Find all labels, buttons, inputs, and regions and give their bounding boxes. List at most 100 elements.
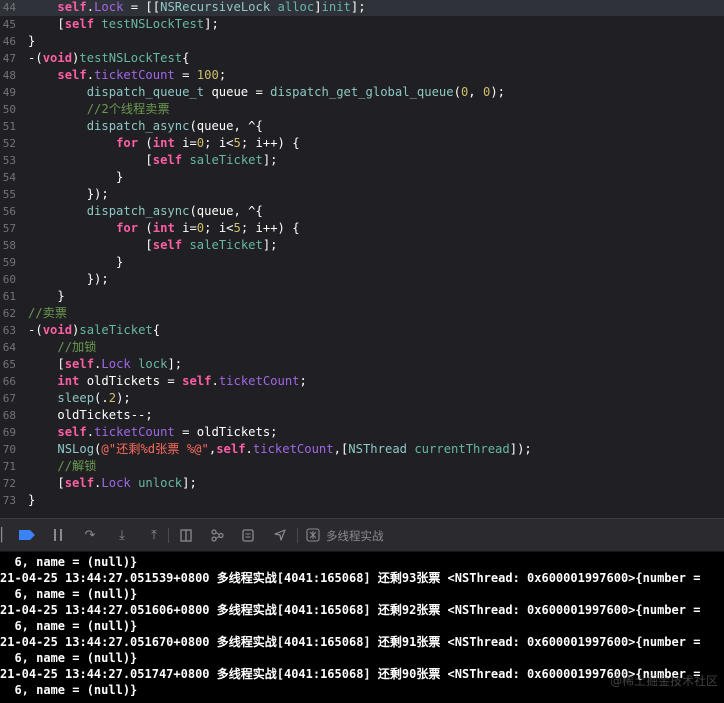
step-out-icon[interactable]: ⤒: [147, 527, 161, 543]
view-hierarchy-icon[interactable]: [179, 527, 193, 543]
code-token: ];: [350, 0, 366, 14]
code-token: dispatch_async: [86, 204, 190, 218]
code-line[interactable]: 71 //解锁: [0, 458, 724, 475]
code-token: //2个线程卖票: [86, 102, 170, 116]
code-line[interactable]: 45 [self testNSLockTest];: [0, 16, 724, 33]
code-line[interactable]: 46}: [0, 33, 724, 50]
code-text: self.ticketCount = 100;: [28, 67, 226, 84]
line-number: 49: [2, 86, 16, 99]
code-token: @"还剩%d张票 %@": [101, 442, 209, 456]
code-line[interactable]: 68 oldTickets--;: [0, 407, 724, 424]
code-text: for (int i=0; i<5; i++) {: [28, 220, 299, 237]
memory-graph-icon[interactable]: [210, 527, 224, 543]
code-editor[interactable]: 44 self.Lock = [[NSRecursiveLock alloc]i…: [0, 0, 724, 518]
code-token: oldTickets--;: [28, 408, 153, 422]
line-number: 62: [2, 307, 16, 320]
code-text: [self.Lock unlock];: [28, 475, 196, 492]
code-token: for: [116, 221, 139, 235]
code-token: init: [321, 0, 351, 14]
code-line[interactable]: 54 }: [0, 169, 724, 186]
line-number: 70: [2, 443, 16, 456]
line-number: 68: [2, 409, 16, 422]
code-line[interactable]: 56 dispatch_async(queue, ^{: [0, 203, 724, 220]
code-token: testNSLockTest: [101, 17, 205, 31]
code-token: self: [57, 68, 87, 82]
code-token: [: [28, 357, 65, 371]
line-number: 71: [2, 460, 16, 473]
step-over-icon[interactable]: ↷: [83, 527, 97, 543]
debug-target-label[interactable]: 多线程实战: [326, 528, 384, 544]
code-token: [: [28, 238, 153, 252]
code-text: }: [28, 288, 64, 305]
line-number: 73: [2, 494, 16, 507]
code-token: int: [152, 221, 175, 235]
code-line[interactable]: 55 });: [0, 186, 724, 203]
line-number: 47: [2, 52, 16, 65]
code-line[interactable]: 51 dispatch_async(queue, ^{: [0, 118, 724, 135]
code-text: int oldTickets = self.ticketCount;: [28, 373, 307, 390]
code-token: currentThread: [414, 442, 510, 456]
code-token: ,: [468, 85, 483, 99]
code-line[interactable]: 44 self.Lock = [[NSRecursiveLock alloc]i…: [0, 0, 724, 16]
code-token: [: [28, 17, 65, 31]
code-line[interactable]: 62 //卖票: [0, 305, 724, 322]
code-text: sleep(.2);: [28, 390, 130, 407]
code-token: int: [57, 374, 80, 388]
breakpoints-toggle-icon[interactable]: [18, 527, 36, 543]
app-target-icon: [305, 527, 321, 543]
step-into-icon[interactable]: ⤓: [115, 527, 129, 543]
line-number: 52: [2, 137, 16, 150]
code-token: void: [42, 51, 73, 65]
code-line[interactable]: 48 self.ticketCount = 100;: [0, 67, 724, 84]
console-line: 6, name = (null)}: [0, 651, 138, 665]
code-line[interactable]: 60 });: [0, 271, 724, 288]
line-number: 50: [2, 103, 16, 116]
line-number: 44: [2, 1, 16, 14]
line-number: 69: [2, 426, 16, 439]
code-line[interactable]: 52 for (int i=0; i<5; i++) {: [0, 135, 724, 152]
line-number: 64: [2, 341, 16, 354]
code-token: for: [116, 136, 139, 150]
code-token: dispatch_queue_t: [86, 85, 205, 99]
code-line[interactable]: 59 }: [0, 254, 724, 271]
simulate-location-icon[interactable]: [273, 527, 287, 543]
code-line[interactable]: 63 -(void)saleTicket{: [0, 322, 724, 339]
code-text: //卖票: [28, 305, 67, 322]
environment-overrides-icon[interactable]: [241, 527, 255, 543]
code-token: }: [28, 493, 36, 507]
code-token: {: [182, 51, 190, 65]
pause-icon[interactable]: [51, 527, 65, 543]
code-line[interactable]: 47 -(void)testNSLockTest{: [0, 50, 724, 67]
code-line[interactable]: 58 [self saleTicket];: [0, 237, 724, 254]
code-line[interactable]: 65 [self.Lock lock];: [0, 356, 724, 373]
code-token: ticketCount: [94, 68, 175, 82]
code-line[interactable]: 73}: [0, 492, 724, 509]
code-line[interactable]: 69 self.ticketCount = oldTickets;: [0, 424, 724, 441]
code-line[interactable]: 67 sleep(.2);: [0, 390, 724, 407]
code-line[interactable]: 72 [self.Lock unlock];: [0, 475, 724, 492]
code-token: });: [28, 187, 109, 201]
code-line[interactable]: 61 }: [0, 288, 724, 305]
code-token: unlock: [138, 476, 183, 490]
line-number: 45: [2, 18, 16, 31]
code-token: (queue, ^{: [189, 119, 263, 133]
code-text: NSLog(@"还剩%d张票 %@",self.ticketCount,[NST…: [28, 441, 531, 458]
code-token: (: [138, 136, 153, 150]
code-line[interactable]: 50 //2个线程卖票: [0, 101, 724, 118]
line-number: 58: [2, 239, 16, 252]
code-line[interactable]: 70 NSLog(@"还剩%d张票 %@",self.ticketCount,[…: [0, 441, 724, 458]
code-line[interactable]: 49 dispatch_queue_t queue = dispatch_get…: [0, 84, 724, 101]
code-token: ,[: [333, 442, 349, 456]
code-line[interactable]: 66 int oldTickets = self.ticketCount;: [0, 373, 724, 390]
code-line[interactable]: 53 [self saleTicket];: [0, 152, 724, 169]
code-line[interactable]: 57 for (int i=0; i<5; i++) {: [0, 220, 724, 237]
line-number: 53: [2, 154, 16, 167]
code-line[interactable]: 64 //加锁: [0, 339, 724, 356]
code-token: saleTicket: [79, 323, 153, 337]
